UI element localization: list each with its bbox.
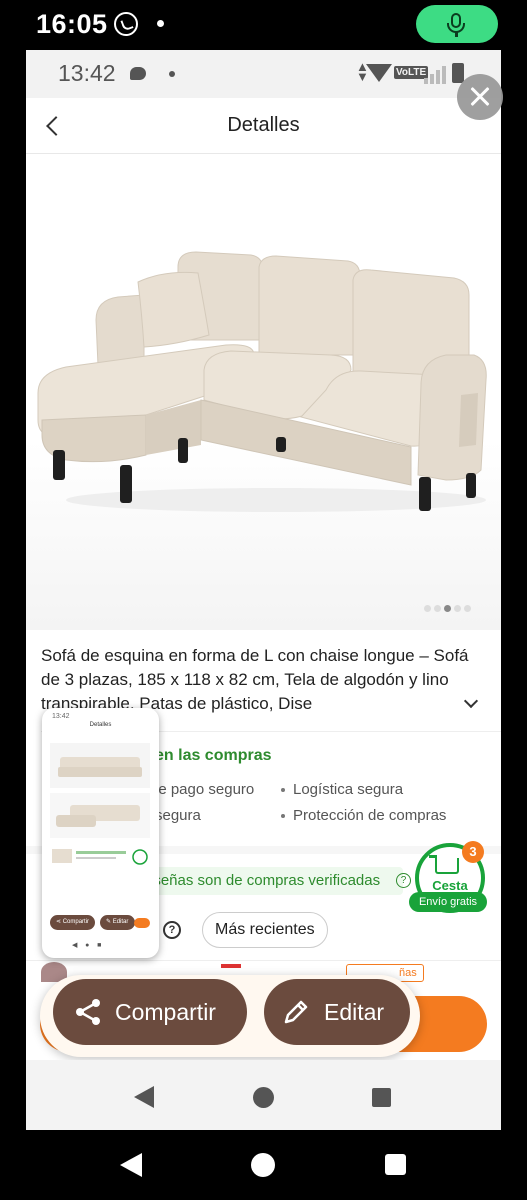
thumbnail-nav: ◀ ● ■ [72, 942, 102, 949]
review-tag [221, 964, 241, 968]
thumbnail-image [50, 743, 150, 871]
outer-status-bar: 16:05 [0, 0, 527, 50]
thumbnail-edit-button: ✎ Editar [100, 915, 135, 930]
pencil-icon [284, 1000, 308, 1024]
trust-item: segura [155, 807, 201, 824]
outer-clock: 16:05 [36, 9, 108, 39]
trust-item: le pago seguro [155, 781, 255, 798]
help-icon[interactable]: ? [396, 873, 411, 888]
trust-item: Protección de compras [281, 807, 446, 824]
product-title: Sofá de esquina en forma de L con chaise… [41, 646, 469, 713]
filter-chip-recent[interactable]: Más recientes [202, 912, 328, 948]
trust-item: Logística segura [281, 781, 403, 798]
cart-icon [429, 855, 459, 874]
page-title: Detalles [227, 114, 300, 136]
whatsapp-icon [114, 12, 138, 36]
message-icon [130, 67, 146, 80]
wifi-icon [366, 64, 392, 82]
trust-title: en las compras [155, 747, 272, 764]
signal-icon [424, 66, 450, 84]
inner-clock: 13:42 [58, 60, 116, 86]
product-image[interactable] [26, 155, 501, 630]
cart-count-badge: 3 [462, 841, 484, 863]
recents-icon[interactable] [385, 1154, 406, 1175]
notification-dot-icon [157, 20, 164, 27]
home-icon[interactable] [251, 1153, 275, 1177]
share-icon [76, 999, 100, 1025]
verified-reviews-text: reseñas son de compras verificadas [140, 872, 381, 889]
notification-dot-icon [169, 71, 175, 77]
edit-button[interactable]: Editar [264, 979, 410, 1045]
free-shipping-badge: Envío gratis [409, 892, 487, 912]
outer-navigation-bar [0, 1130, 527, 1200]
back-icon[interactable] [120, 1153, 142, 1177]
nav-recents-icon[interactable] [372, 1088, 391, 1107]
app-header: Detalles [26, 98, 501, 154]
cart-label: Cesta [432, 878, 468, 893]
image-carousel-dots[interactable] [424, 599, 474, 612]
microphone-indicator[interactable] [416, 5, 498, 43]
sofa-image [37, 251, 487, 512]
inner-screen: 13:42 ▲ ▼ VoLTE Detalles Sofá de esquina… [26, 50, 501, 1130]
thumbnail-share-button: ⋖ Compartir [50, 915, 95, 930]
inner-status-bar: 13:42 ▲ ▼ VoLTE [26, 50, 501, 98]
nav-home-icon[interactable] [253, 1087, 274, 1108]
share-button[interactable]: Compartir [53, 979, 247, 1045]
battery-icon [452, 63, 464, 83]
nav-back-icon[interactable] [134, 1086, 154, 1108]
close-icon[interactable] [457, 74, 503, 120]
expand-title-chevron-icon[interactable] [464, 696, 478, 710]
screenshot-thumbnail[interactable]: 13:42 Detalles ⋖ Compartir ✎ Editar ◀ ● … [42, 708, 159, 958]
inner-navigation-bar [26, 1060, 501, 1130]
filter-help-icon[interactable]: ? [163, 921, 181, 939]
